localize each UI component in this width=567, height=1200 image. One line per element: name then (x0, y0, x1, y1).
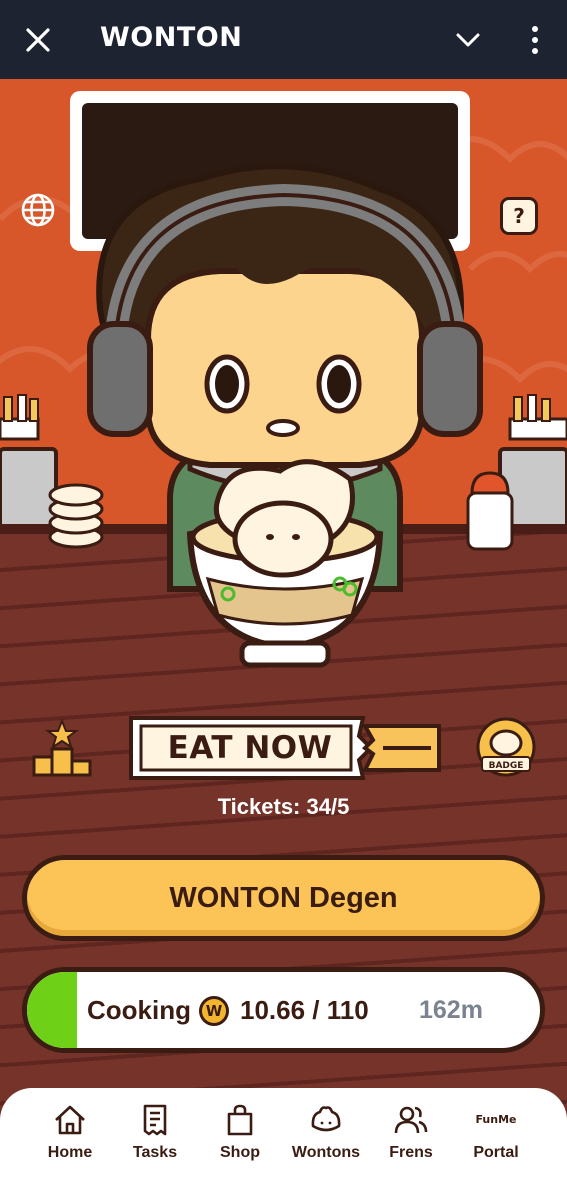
nav-item-home[interactable]: Home (27, 1102, 113, 1172)
nav-item-portal[interactable]: FunMe Portal (453, 1102, 539, 1172)
dumpling-icon (311, 1106, 341, 1132)
globe-icon[interactable] (20, 192, 56, 228)
friends-icon (394, 1106, 428, 1134)
funme-icon: FunMe (475, 1113, 517, 1126)
nav-item-frens[interactable]: Frens (368, 1102, 454, 1172)
nav-label-frens: Frens (389, 1144, 433, 1161)
cooking-progress-fill (27, 972, 77, 1048)
nav-label-wontons: Wontons (291, 1144, 361, 1161)
wonton-character[interactable] (60, 159, 510, 699)
nav-item-wontons[interactable]: Wontons (283, 1102, 369, 1172)
cooking-amount: 10.66 / 110 (240, 995, 369, 1025)
bag-icon (227, 1104, 253, 1136)
app-bar: WONTON (0, 0, 567, 79)
window-title: WONTON (100, 22, 243, 53)
more-options-icon[interactable] (524, 24, 546, 56)
home-icon (55, 1105, 85, 1135)
bottom-nav: Home Tasks Shop Wontons Frens FunMe Port… (0, 1088, 567, 1200)
tickets-value: 34/5 (306, 794, 350, 819)
receipt-icon (143, 1104, 167, 1136)
game-scene: ? EAT NOW BADGE Tickets: 34/5 WONTON Deg… (0, 79, 567, 1109)
badge-text: BADGE (489, 761, 524, 771)
close-icon[interactable] (24, 26, 52, 54)
nav-item-shop[interactable]: Shop (197, 1102, 283, 1172)
wonton-coin-icon: W (199, 996, 229, 1026)
nav-label-shop: Shop (220, 1144, 260, 1161)
wonton-degen-button[interactable]: WONTON Degen (22, 855, 545, 941)
eat-now-label[interactable]: EAT NOW (140, 724, 360, 772)
leaderboard-icon[interactable] (28, 719, 96, 777)
nav-label-portal: Portal (473, 1144, 519, 1161)
badge-icon: BADGE (476, 717, 536, 777)
nav-label-tasks: Tasks (132, 1144, 178, 1161)
nav-item-tasks[interactable]: Tasks (112, 1102, 198, 1172)
tickets-label: Tickets: (217, 794, 301, 819)
tickets-status: Tickets: 34/5 (0, 794, 567, 820)
badge-button[interactable]: BADGE (470, 715, 542, 783)
nav-label-home: Home (47, 1144, 93, 1161)
cooking-time-left: 162m (419, 996, 483, 1024)
chevron-down-icon[interactable] (453, 28, 483, 52)
cooking-progress: Cooking W 10.66 / 110 162m (22, 967, 545, 1053)
cooking-label: Cooking (87, 995, 191, 1025)
